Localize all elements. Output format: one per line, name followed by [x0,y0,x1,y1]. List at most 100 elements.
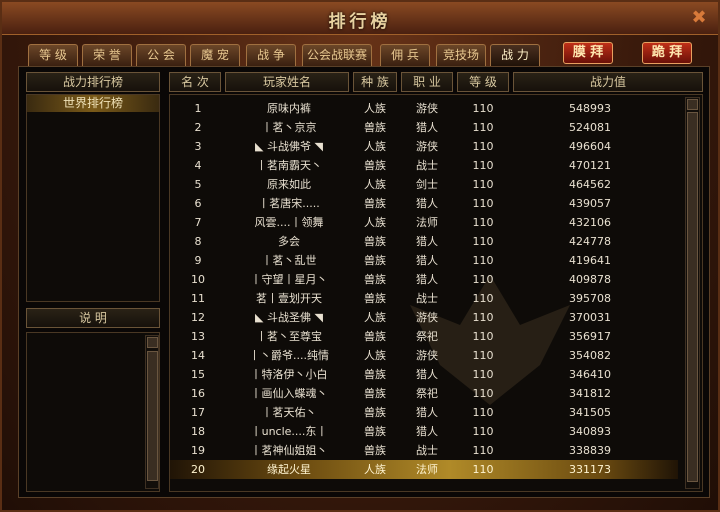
cell-race: 人族 [364,102,386,115]
cell-race: 人族 [364,463,386,476]
category-item[interactable]: 世界排行榜 [27,95,159,112]
cell-level: 110 [472,273,494,286]
cell-power: 464562 [569,178,611,191]
cell-class: 猎人 [416,425,438,438]
cell-name: 丨茗丶至尊宝 [256,330,322,343]
cell-class: 猎人 [416,273,438,286]
table-scrollbar[interactable] [685,97,700,489]
cell-rank: 10 [191,273,205,286]
cell-level: 110 [472,197,494,210]
cell-race: 人族 [364,140,386,153]
tab-2[interactable]: 荣 誉 [82,44,132,66]
table-row[interactable]: 16 丨画仙入蝶魂丶 兽族 祭祀 110 341812 [170,384,678,403]
cell-rank: 19 [191,444,205,457]
column-header[interactable]: 战力值 [513,72,703,92]
cell-race: 兽族 [364,292,386,305]
tab-6[interactable]: 公会战联赛 [302,44,372,66]
cell-power: 354082 [569,349,611,362]
table-row[interactable]: 9 丨茗丶乱世 兽族 猎人 110 419641 [170,251,678,270]
column-header[interactable]: 职 业 [401,72,453,92]
table-row[interactable]: 1 原味内裤 人族 游侠 110 548993 [170,99,678,118]
table-row[interactable]: 10 丨守望丨星月丶 兽族 猎人 110 409878 [170,270,678,289]
table-row[interactable]: 13 丨茗丶至尊宝 兽族 祭祀 110 356917 [170,327,678,346]
tab-8[interactable]: 竞技场 [436,44,486,66]
scroll-up-icon[interactable] [147,337,158,348]
tab-7[interactable]: 佣 兵 [380,44,430,66]
kneel-button[interactable]: 跪 拜 [642,42,692,64]
cell-name: 丨uncle....东丨 [250,425,328,438]
cell-power: 419641 [569,254,611,267]
cell-level: 110 [472,368,494,381]
cell-power: 409878 [569,273,611,286]
cell-rank: 1 [194,102,202,115]
cell-class: 猎人 [416,254,438,267]
cell-name: 丨茗神仙姐姐丶 [250,444,328,457]
table-row[interactable]: 14 丨丶爵爷....纯情 人族 游侠 110 354082 [170,346,678,365]
scroll-thumb[interactable] [687,112,698,482]
table-row[interactable]: 15 丨特洛伊丶小白 兽族 猎人 110 346410 [170,365,678,384]
cell-level: 110 [472,102,494,115]
table-row[interactable]: 6 丨茗唐宋..... 兽族 猎人 110 439057 [170,194,678,213]
cell-class: 祭祀 [416,330,438,343]
close-icon[interactable]: ✖ [690,9,708,27]
cell-level: 110 [472,463,494,476]
table-row[interactable]: 18 丨uncle....东丨 兽族 猎人 110 340893 [170,422,678,441]
tab-5[interactable]: 战 争 [246,44,296,66]
cell-level: 110 [472,349,494,362]
worship-button[interactable]: 膜 拜 [563,42,613,64]
cell-class: 战士 [416,292,438,305]
scroll-up-icon[interactable] [687,99,698,110]
cell-power: 424778 [569,235,611,248]
cell-level: 110 [472,121,494,134]
info-scrollbar[interactable] [145,335,159,489]
cell-rank: 7 [194,216,202,229]
cell-rank: 9 [194,254,202,267]
column-header[interactable]: 名 次 [169,72,221,92]
table-row[interactable]: 4 丨茗南霸天丶 兽族 战士 110 470121 [170,156,678,175]
cell-rank: 16 [191,387,205,400]
cell-power: 341812 [569,387,611,400]
column-header[interactable]: 种 族 [353,72,397,92]
cell-class: 猎人 [416,121,438,134]
table-row[interactable]: 3 ◣ 斗战佛爷 ◥ 人族 游侠 110 496604 [170,137,678,156]
tab-1[interactable]: 等 级 [28,44,78,66]
cell-rank: 3 [194,140,202,153]
table-row[interactable]: 5 原来如此 人族 剑士 110 464562 [170,175,678,194]
table-row[interactable]: 7 风雲....丨领舞 人族 法师 110 432106 [170,213,678,232]
table-row[interactable]: 12 ◣ 斗战圣佛 ◥ 人族 游侠 110 370031 [170,308,678,327]
table-row[interactable]: 8 多会 兽族 猎人 110 424778 [170,232,678,251]
cell-rank: 8 [194,235,202,248]
category-list: 世界排行榜 [27,95,159,112]
tab-4[interactable]: 魔 宠 [190,44,240,66]
cell-power: 370031 [569,311,611,324]
column-header[interactable]: 等 级 [457,72,509,92]
column-header[interactable]: 玩家姓名 [225,72,349,92]
tab-3[interactable]: 公 会 [136,44,186,66]
title-bar[interactable]: 排行榜 ✖ [2,2,718,35]
cell-name: 原来如此 [267,178,311,191]
tab-9[interactable]: 战 力 [490,44,540,66]
table-row[interactable]: 17 丨茗天佑丶 兽族 猎人 110 341505 [170,403,678,422]
cell-race: 人族 [364,311,386,324]
cell-name: 丨茗丶京京 [261,121,317,134]
cell-name: 丨丶爵爷....纯情 [249,349,329,362]
table-row[interactable]: 20 缘起火星 人族 法师 110 331173 [170,460,678,479]
cell-level: 110 [472,425,494,438]
cell-name: 多会 [278,235,300,248]
window-title: 排行榜 [328,12,392,32]
cell-race: 兽族 [364,368,386,381]
cell-class: 猎人 [416,368,438,381]
cell-race: 人族 [364,178,386,191]
cell-level: 110 [472,235,494,248]
cell-power: 524081 [569,121,611,134]
cell-class: 战士 [416,159,438,172]
scroll-thumb[interactable] [147,351,158,481]
cell-rank: 2 [194,121,202,134]
table-row[interactable]: 2 丨茗丶京京 兽族 猎人 110 524081 [170,118,678,137]
table-row[interactable]: 11 茗丨壹划开天 兽族 战士 110 395708 [170,289,678,308]
cell-name: 风雲....丨领舞 [254,216,324,229]
cell-power: 439057 [569,197,611,210]
cell-name: 丨守望丨星月丶 [250,273,328,286]
table-row[interactable]: 19 丨茗神仙姐姐丶 兽族 战士 110 338839 [170,441,678,460]
cell-level: 110 [472,330,494,343]
